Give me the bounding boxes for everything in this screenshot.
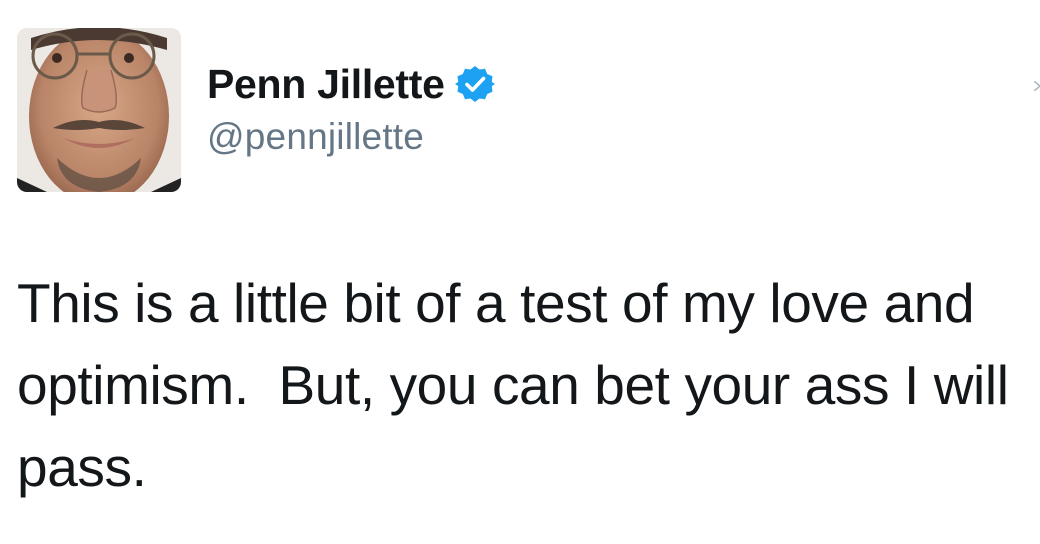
tweet-card: Penn Jillette @pennjillette This is a li… (0, 0, 1040, 544)
tweet-text: This is a little bit of a test of my lov… (17, 272, 1024, 498)
author-handle[interactable]: @pennjillette (207, 116, 495, 158)
chevron-down-icon[interactable] (1033, 78, 1040, 92)
avatar-photo (17, 28, 181, 192)
author-avatar[interactable] (17, 28, 181, 192)
author-header: Penn Jillette @pennjillette (207, 58, 495, 158)
verified-badge-icon (454, 64, 495, 104)
author-display-name[interactable]: Penn Jillette (207, 61, 445, 108)
name-row: Penn Jillette (207, 58, 495, 110)
